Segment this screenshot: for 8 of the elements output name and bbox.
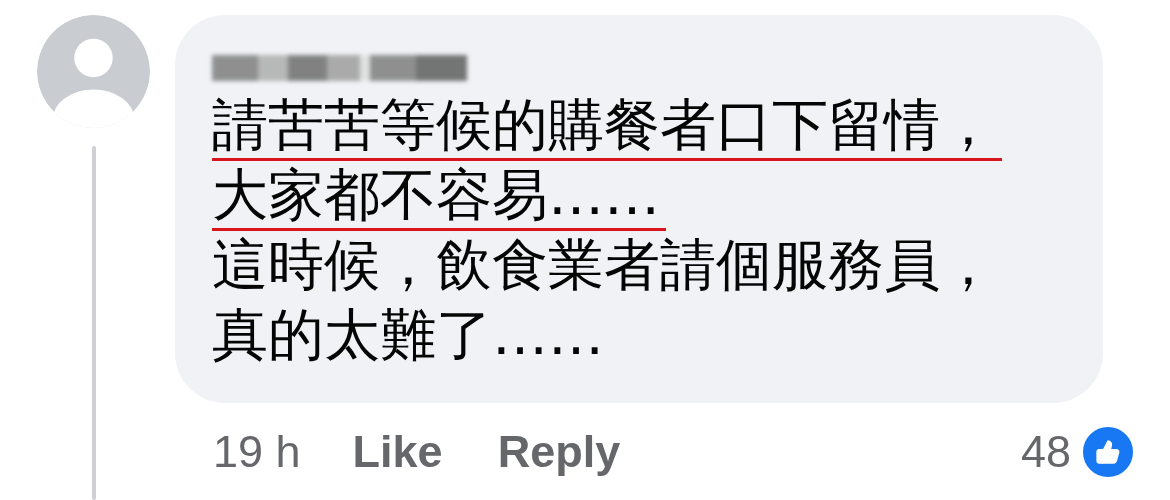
comment-text: 這時候，飲食業者請個服務員，	[212, 235, 997, 298]
action-link[interactable]: Reply	[497, 426, 621, 478]
comment-text: 真的太難了……	[212, 305, 605, 368]
timestamp[interactable]: 19 h	[213, 426, 301, 478]
reaction-count[interactable]: 48	[1020, 426, 1071, 478]
action-link[interactable]: Like	[352, 426, 443, 478]
comment-text: 大家都不容易……	[212, 165, 666, 231]
comment-text: 請苦苦等候的購餐者口下留情，	[212, 95, 1002, 161]
